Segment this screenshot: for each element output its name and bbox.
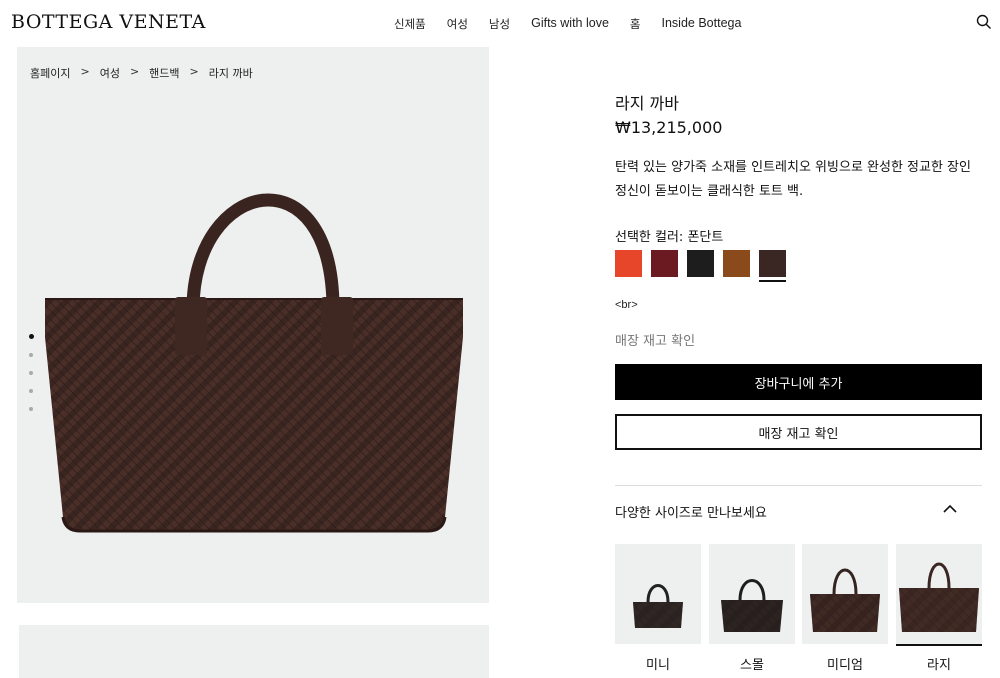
- size-label: 미니: [646, 658, 670, 673]
- breadcrumb-home[interactable]: 홈페이지: [30, 65, 70, 81]
- gallery-dot[interactable]: [29, 353, 33, 357]
- size-card-medium[interactable]: 미디엄: [802, 544, 888, 673]
- gallery-dot[interactable]: [29, 389, 33, 393]
- breadcrumb-women[interactable]: 여성: [100, 65, 120, 81]
- swatch-orange[interactable]: [615, 250, 642, 277]
- nav-item-inside-bottega[interactable]: Inside Bottega: [662, 16, 742, 32]
- swatch-burgundy[interactable]: [651, 250, 678, 277]
- product-title: 라지 까바: [615, 94, 679, 113]
- size-card-mini[interactable]: 미니: [615, 544, 701, 673]
- size-card-large[interactable]: 라지: [896, 544, 982, 673]
- product-image-tote-bag[interactable]: [43, 159, 465, 535]
- gallery-dots: [29, 334, 34, 425]
- search-icon[interactable]: [976, 14, 992, 30]
- product-price: ₩13,215,000: [615, 118, 723, 137]
- nav-item-gifts[interactable]: Gifts with love: [531, 16, 609, 32]
- size-thumb-large: [896, 544, 982, 644]
- gallery-dot[interactable]: [29, 407, 33, 411]
- color-swatches: [615, 250, 786, 282]
- size-thumb-mini: [615, 544, 701, 644]
- breadcrumb-handbags[interactable]: 핸드백: [149, 65, 179, 81]
- check-stock-button[interactable]: 매장 재고 확인: [615, 414, 982, 450]
- swatch-caramel[interactable]: [723, 250, 750, 277]
- size-label: 라지: [927, 658, 951, 673]
- size-label: 스몰: [740, 658, 764, 673]
- size-label: 미디엄: [827, 658, 863, 673]
- breadcrumb-separator: >: [129, 65, 140, 78]
- nav-item-men[interactable]: 남성: [489, 16, 510, 32]
- swatch-fondant[interactable]: [759, 250, 786, 282]
- size-thumb-small: [709, 544, 795, 644]
- breadcrumb-separator: >: [189, 65, 199, 78]
- gallery-dot[interactable]: [29, 371, 33, 375]
- site-header: BOTTEGA VENETA 신제품 여성 남성 Gifts with love…: [0, 0, 1000, 46]
- size-card-small[interactable]: 스몰: [709, 544, 795, 673]
- swatch-black[interactable]: [687, 250, 714, 277]
- product-description: 탄력 있는 양가죽 소재를 인트레치오 위빙으로 완성한 정교한 장인 정신이 …: [615, 160, 971, 199]
- breadcrumb: 홈페이지 > 여성 > 핸드백 > 라지 까바: [30, 65, 253, 81]
- brand-logo[interactable]: BOTTEGA VENETA: [11, 11, 206, 33]
- nav-item-home[interactable]: 홈: [630, 16, 641, 32]
- selected-color-label: 선택한 컬러: 폰단트: [615, 230, 724, 245]
- divider: [615, 485, 982, 486]
- breadcrumb-separator: >: [80, 65, 90, 78]
- gallery-dot[interactable]: [29, 334, 34, 339]
- selected-size-underline: [896, 644, 982, 646]
- breadcrumb-current: 라지 까바: [208, 67, 253, 80]
- sizes-section-title[interactable]: 다양한 사이즈로 만나보세요: [615, 502, 767, 521]
- check-stock-link[interactable]: 매장 재고 확인: [615, 330, 695, 349]
- secondary-image-panel: [19, 625, 489, 678]
- nav-item-new[interactable]: 신제품: [394, 16, 426, 32]
- nav-item-women[interactable]: 여성: [447, 16, 468, 32]
- main-nav: 신제품 여성 남성 Gifts with love 홈 Inside Botte…: [394, 16, 762, 32]
- chevron-up-icon[interactable]: [942, 502, 958, 516]
- add-to-cart-button[interactable]: 장바구니에 추가: [615, 364, 982, 400]
- stray-br-text: <br>: [615, 299, 638, 311]
- product-image-panel: 홈페이지 > 여성 > 핸드백 > 라지 까바: [17, 47, 489, 603]
- size-thumb-medium: [802, 544, 888, 644]
